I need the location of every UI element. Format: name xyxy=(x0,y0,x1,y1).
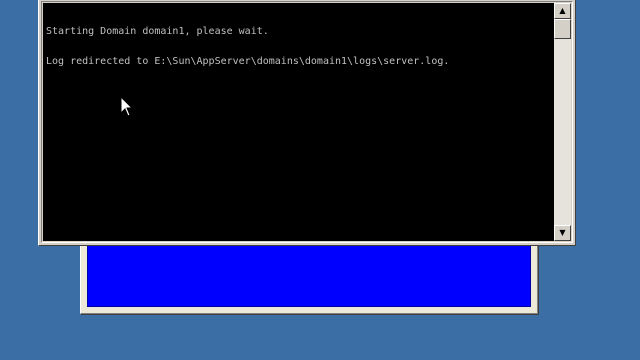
scroll-up-arrow-icon: ▲ xyxy=(559,6,566,15)
vertical-scrollbar[interactable]: ▲ ▼ xyxy=(554,3,571,241)
console-window[interactable]: Starting Domain domain1, please wait. Lo… xyxy=(38,0,576,246)
scroll-thumb[interactable] xyxy=(554,19,571,39)
scroll-down-button[interactable]: ▼ xyxy=(554,225,571,241)
background-window[interactable] xyxy=(80,236,538,314)
mouse-pointer-icon xyxy=(120,96,134,117)
console-frame: Starting Domain domain1, please wait. Lo… xyxy=(41,1,573,243)
console-output[interactable]: Starting Domain domain1, please wait. Lo… xyxy=(43,3,554,241)
background-window-client-area[interactable] xyxy=(87,245,531,307)
scroll-up-button[interactable]: ▲ xyxy=(554,3,571,19)
console-line: Starting Domain domain1, please wait. xyxy=(46,26,269,37)
scroll-down-arrow-icon: ▼ xyxy=(559,228,566,237)
console-line: Log redirected to E:\Sun\AppServer\domai… xyxy=(46,56,450,67)
